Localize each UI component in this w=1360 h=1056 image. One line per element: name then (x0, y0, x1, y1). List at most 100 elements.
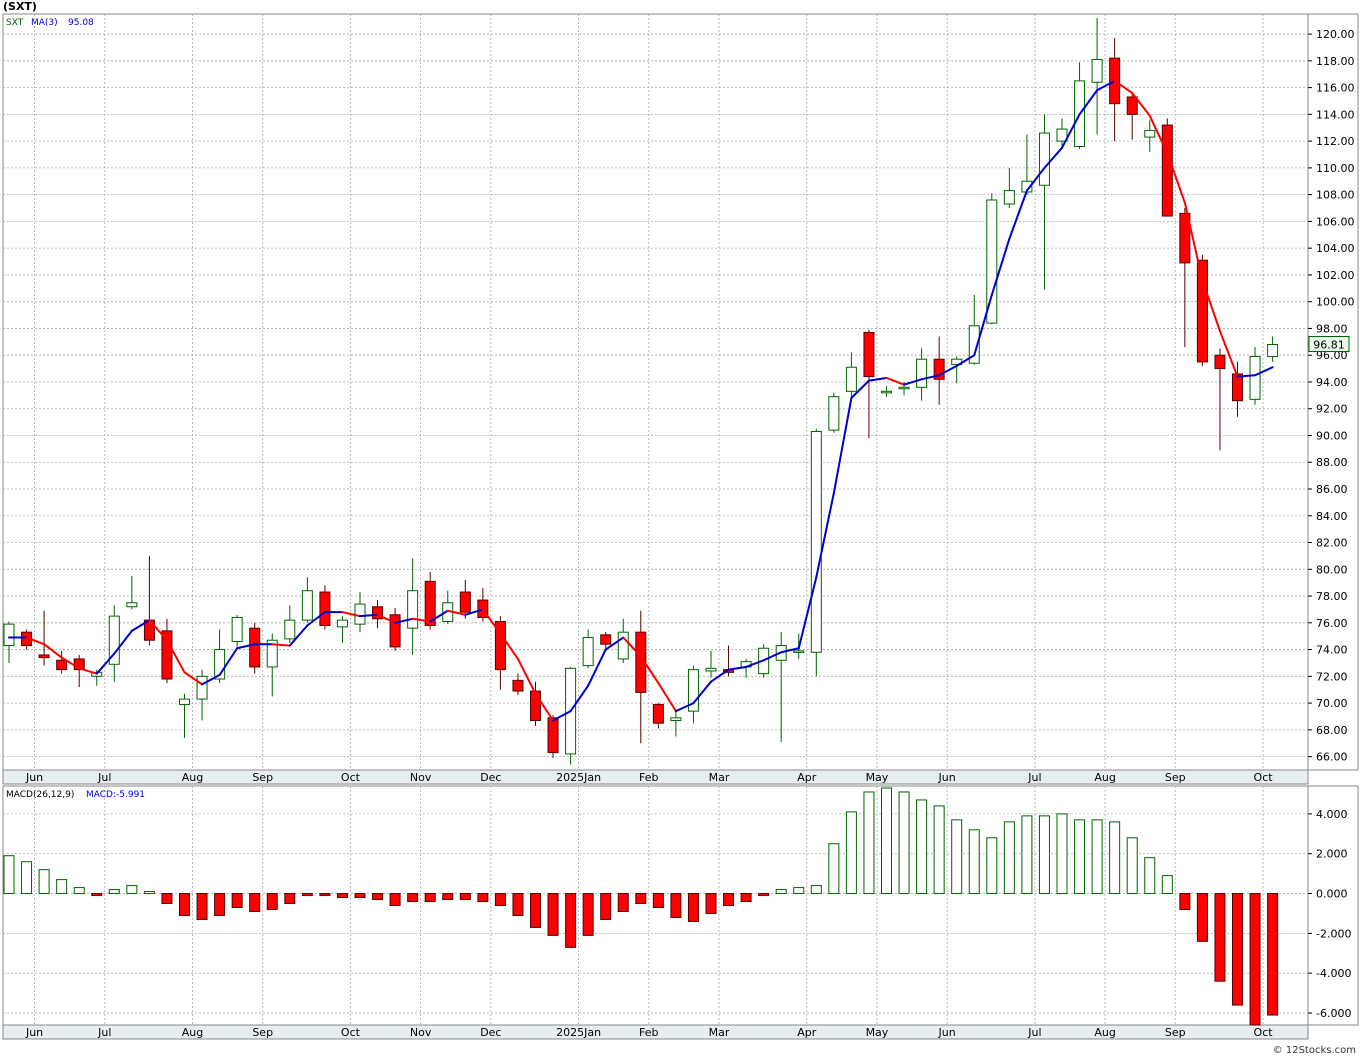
candle-body (1232, 373, 1243, 402)
macd-bar (687, 893, 699, 922)
macd-bar (565, 893, 577, 948)
candle-body (319, 591, 331, 626)
macd-bar (898, 791, 910, 895)
last-price-label: 96.81 (1313, 338, 1345, 351)
macd-bar (1196, 893, 1208, 942)
macd-bar (1074, 819, 1086, 895)
macd-bar (179, 893, 190, 916)
price-tick-label: 74.00 (1316, 644, 1348, 657)
price-month-label: Feb (639, 771, 658, 784)
candle-body (617, 631, 629, 660)
candle (1161, 118, 1173, 217)
macd-bar (196, 893, 208, 920)
price-month-label: Oct (341, 771, 361, 784)
macd-bar (652, 893, 664, 908)
candle-body (652, 703, 664, 724)
macd-bar (459, 893, 471, 901)
macd-bar (214, 893, 226, 916)
legend-macd-name: MACD(26,12,9) (6, 790, 74, 800)
macd-month-label: Mar (709, 1026, 730, 1039)
candle-body (863, 331, 875, 378)
price-month-label: Sep (252, 771, 273, 784)
macd-tick-label: 2.000 (1316, 848, 1348, 861)
candle-body (196, 675, 208, 700)
price-month-label: Jun (938, 771, 956, 784)
macd-bar (442, 893, 454, 901)
price-tick-label: 112.00 (1316, 135, 1355, 148)
candle-body (126, 602, 138, 608)
legend-symbol: SXT (6, 18, 24, 28)
candle-body (670, 717, 682, 721)
macd-bar (424, 893, 436, 903)
candle-body (336, 619, 348, 628)
candle-body (547, 717, 559, 754)
price-tick-label: 78.00 (1316, 590, 1348, 603)
candle-body (705, 667, 717, 672)
macd-bar (881, 787, 892, 895)
macd-tick-label: -4.000 (1316, 967, 1351, 980)
macd-bar (951, 819, 963, 895)
price-tick-label: 86.00 (1316, 483, 1348, 496)
candle-body (600, 634, 612, 645)
price-tick-label: 80.00 (1316, 563, 1348, 576)
candle-body (459, 591, 471, 613)
price-month-label: Jul (97, 771, 111, 784)
price-tick-label: 116.00 (1316, 82, 1355, 95)
candle-body (389, 614, 401, 648)
macd-bar (126, 885, 138, 895)
macd-bar (389, 893, 401, 906)
macd-bar (56, 879, 68, 895)
macd-bar (828, 843, 840, 895)
price-tick-label: 114.00 (1316, 108, 1355, 121)
macd-bar (319, 893, 331, 897)
candle-body (810, 430, 822, 653)
price-month-label: Dec (480, 771, 501, 784)
macd-bar (3, 855, 15, 895)
price-tick-label: 102.00 (1316, 269, 1355, 282)
candle-body (284, 619, 296, 640)
ma-segment (271, 643, 291, 647)
price-tick-label: 66.00 (1316, 751, 1348, 764)
macd-bar (1214, 893, 1226, 982)
candle-body (1196, 259, 1208, 363)
macd-bar (810, 885, 822, 895)
macd-bar (1003, 821, 1015, 895)
candle-body (582, 637, 594, 667)
macd-tick-label: -2.000 (1316, 927, 1351, 940)
candle (319, 585, 331, 630)
candle-body (793, 650, 805, 653)
price-tick-label: 82.00 (1316, 537, 1348, 550)
candle-body (56, 659, 68, 671)
legend-ma-value: 95.08 (68, 18, 94, 28)
candle-body (1003, 190, 1015, 205)
macd-bar (582, 893, 594, 936)
macd-month-label: Feb (639, 1026, 658, 1039)
macd-month-label: Jun (25, 1026, 43, 1039)
candle-body (1144, 129, 1156, 138)
macd-bar (547, 893, 559, 936)
macd-tick-label: 0.000 (1316, 888, 1348, 901)
price-tick-label: 92.00 (1316, 403, 1348, 416)
macd-bar (249, 893, 261, 912)
candle (810, 428, 822, 677)
macd-bar (1056, 813, 1068, 895)
macd-bar (916, 799, 928, 895)
price-month-label: Aug (182, 771, 203, 784)
macd-bar (73, 887, 85, 895)
credit-text: © 12Stocks.com (1272, 1045, 1356, 1056)
price-tick-label: 76.00 (1316, 617, 1348, 630)
macd-bar (670, 893, 682, 918)
macd-bar (617, 893, 629, 912)
candle-body (354, 603, 366, 625)
macd-month-label: 2025Jan (556, 1026, 601, 1039)
candle-body (916, 358, 928, 388)
candle-body (301, 590, 313, 621)
price-month-label: Oct (1254, 771, 1274, 784)
price-month-label: Mar (709, 771, 730, 784)
macd-tick-label: 4.000 (1316, 808, 1348, 821)
macd-bar (1267, 893, 1279, 1016)
macd-bar (1038, 815, 1050, 895)
candle (249, 622, 261, 674)
price-tick-label: 100.00 (1316, 296, 1355, 309)
price-month-label: Aug (1094, 771, 1115, 784)
